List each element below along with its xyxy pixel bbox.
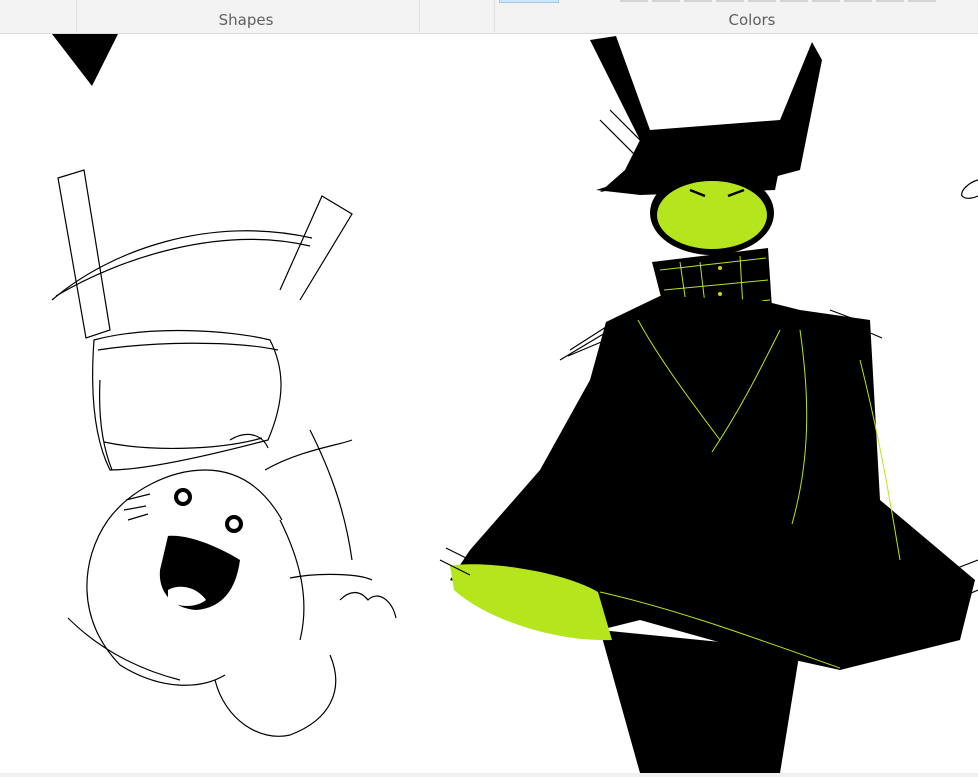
color-swatch[interactable] — [780, 0, 808, 2]
status-bar-edge — [0, 773, 978, 777]
color-swatch[interactable] — [620, 0, 648, 2]
color-swatch[interactable] — [876, 0, 904, 2]
ribbon-separator — [76, 0, 77, 32]
shapes-group-label: Shapes — [218, 11, 274, 29]
color-swatch[interactable] — [652, 0, 680, 2]
upside-down-character-sketch — [51, 169, 397, 737]
character-right-eye — [225, 515, 243, 533]
lime-face — [657, 181, 767, 249]
cloaked-figure-drawing — [439, 36, 978, 773]
canvas-drawing — [51, 34, 978, 773]
color-swatch[interactable] — [684, 0, 712, 2]
character-left-eye — [174, 488, 192, 506]
black-triangle-shape — [52, 34, 118, 86]
ribbon-separator — [494, 0, 495, 32]
selected-color-indicator[interactable] — [499, 0, 559, 3]
ribbon-toolbar: Shapes Colors — [0, 0, 978, 34]
drawing-canvas[interactable] — [0, 34, 978, 773]
color-swatch[interactable] — [844, 0, 872, 2]
ribbon-separator — [419, 0, 420, 32]
lower-body — [600, 630, 800, 773]
color-swatch[interactable] — [908, 0, 936, 2]
color-swatch[interactable] — [812, 0, 840, 2]
colors-group-label: Colors — [728, 11, 776, 29]
color-swatch[interactable] — [716, 0, 744, 2]
edge-stroke — [961, 179, 978, 199]
color-swatch[interactable] — [748, 0, 776, 2]
